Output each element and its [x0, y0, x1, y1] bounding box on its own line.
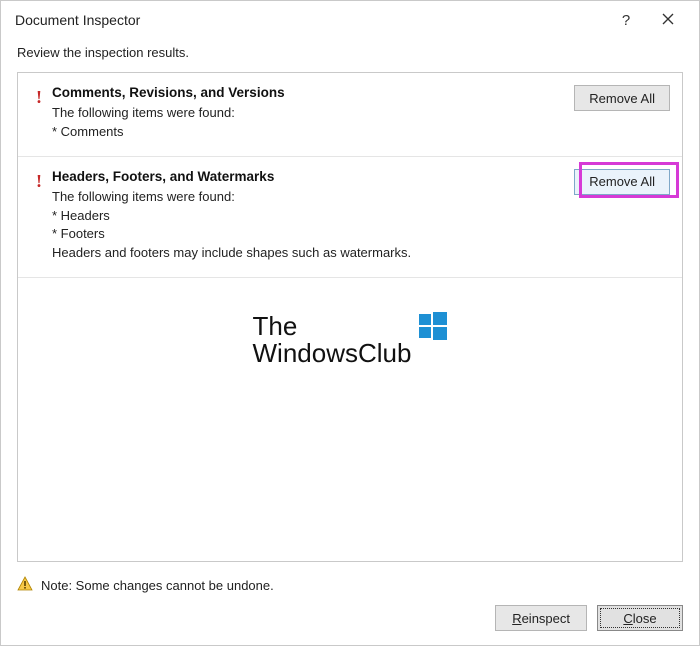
reinspect-button[interactable]: Reinspect — [495, 605, 587, 631]
dialog-title: Document Inspector — [15, 12, 605, 28]
warning-icon — [17, 576, 33, 595]
windows-logo-icon — [419, 312, 447, 340]
watermark-line1: The — [253, 311, 298, 341]
remove-all-button[interactable]: Remove All — [574, 169, 670, 195]
close-window-button[interactable] — [647, 5, 689, 35]
result-item: ! Comments, Revisions, and Versions The … — [18, 73, 682, 157]
result-intro: The following items were found: — [52, 104, 564, 123]
result-title: Comments, Revisions, and Versions — [52, 85, 564, 100]
instructions-text: Review the inspection results. — [1, 39, 699, 72]
dialog-footer: Note: Some changes cannot be undone. Rei… — [1, 566, 699, 645]
close-button[interactable]: Close — [597, 605, 683, 631]
result-intro: The following items were found: — [52, 188, 564, 207]
result-found-item: * Footers — [52, 225, 564, 244]
result-item: ! Headers, Footers, and Watermarks The f… — [18, 157, 682, 278]
result-note: Headers and footers may include shapes s… — [52, 244, 564, 263]
titlebar: Document Inspector ? — [1, 1, 699, 39]
mnemonic: C — [623, 611, 632, 626]
warning-row: Note: Some changes cannot be undone. — [17, 576, 683, 595]
result-body: Comments, Revisions, and Versions The fo… — [52, 85, 564, 142]
result-found-item: * Headers — [52, 207, 564, 226]
btn-rest: lose — [633, 611, 657, 626]
watermark-overlay: The WindowsClub — [18, 313, 682, 368]
watermark-line2: WindowsClub — [253, 338, 412, 368]
results-panel: ! Comments, Revisions, and Versions The … — [17, 72, 683, 562]
result-title: Headers, Footers, and Watermarks — [52, 169, 564, 184]
document-inspector-dialog: Document Inspector ? Review the inspecti… — [0, 0, 700, 646]
result-found-item: * Comments — [52, 123, 564, 142]
button-row: Reinspect Close — [17, 605, 683, 631]
mnemonic: R — [512, 611, 521, 626]
help-button[interactable]: ? — [605, 5, 647, 35]
help-icon: ? — [622, 12, 630, 29]
btn-rest: einspect — [522, 611, 570, 626]
alert-icon: ! — [26, 85, 52, 108]
watermark-text: The WindowsClub — [253, 313, 412, 368]
remove-all-button[interactable]: Remove All — [574, 85, 670, 111]
warning-text: Note: Some changes cannot be undone. — [41, 578, 274, 593]
result-body: Headers, Footers, and Watermarks The fol… — [52, 169, 564, 263]
alert-icon: ! — [26, 169, 52, 192]
close-icon — [662, 12, 674, 29]
